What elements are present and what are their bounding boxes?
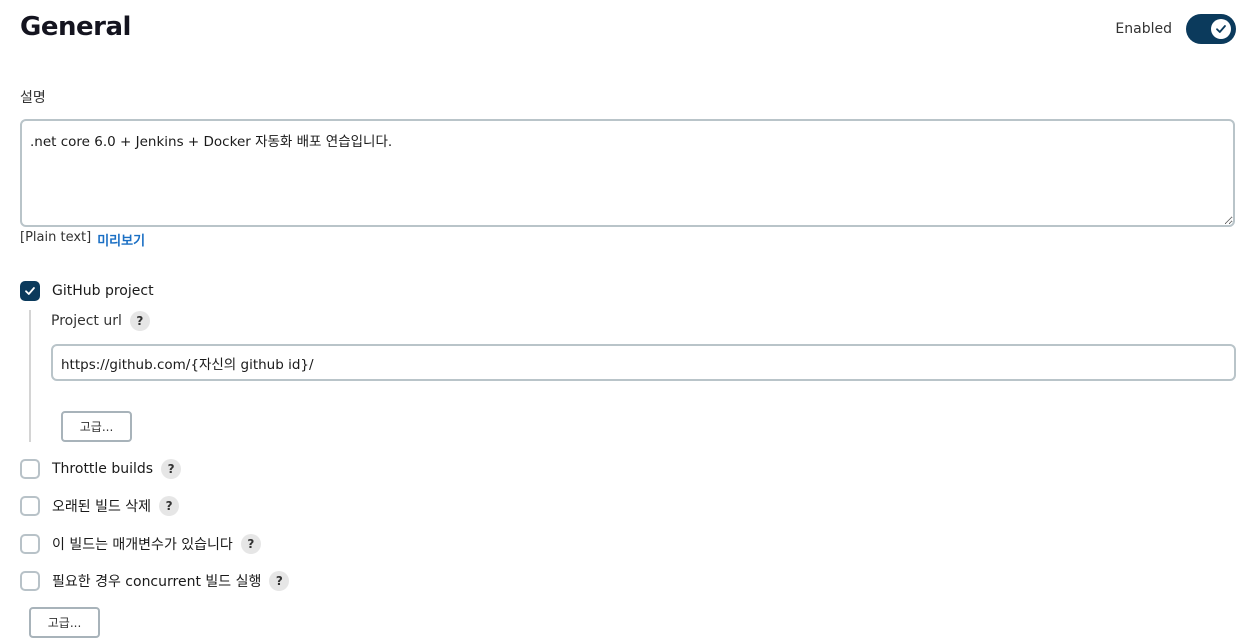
github-project-option: GitHub project	[20, 281, 154, 301]
enabled-label: Enabled	[1115, 21, 1172, 37]
throttle-builds-option: Throttle builds ?	[20, 459, 182, 479]
description-format-row: [Plain text] 미리보기	[20, 230, 145, 249]
check-icon	[1216, 25, 1226, 33]
help-icon[interactable]: ?	[159, 496, 180, 516]
concurrent-build-label: 필요한 경우 concurrent 빌드 실행	[52, 574, 262, 590]
preview-link[interactable]: 미리보기	[97, 230, 145, 249]
help-icon[interactable]: ?	[269, 571, 290, 591]
github-project-label: GitHub project	[52, 283, 154, 299]
help-icon[interactable]: ?	[129, 311, 150, 331]
enabled-toggle[interactable]	[1186, 14, 1236, 44]
general-advanced-button[interactable]: 고급...	[29, 607, 100, 638]
project-url-input[interactable]	[51, 344, 1236, 381]
discard-old-builds-option: 오래된 빌드 삭제 ?	[20, 496, 180, 516]
enabled-control: Enabled	[1115, 14, 1236, 44]
parameterized-build-label: 이 빌드는 매개변수가 있습니다	[52, 537, 233, 553]
parameterized-build-option: 이 빌드는 매개변수가 있습니다 ?	[20, 534, 261, 554]
project-url-label: Project url	[51, 313, 122, 329]
concurrent-build-option: 필요한 경우 concurrent 빌드 실행 ?	[20, 571, 290, 591]
check-icon	[25, 287, 35, 295]
discard-old-builds-label: 오래된 빌드 삭제	[52, 499, 152, 515]
help-icon[interactable]: ?	[161, 459, 182, 479]
concurrent-build-checkbox[interactable]	[20, 571, 40, 591]
nested-section-divider	[29, 310, 31, 442]
plain-text-label: [Plain text]	[20, 230, 92, 245]
description-label: 설명	[20, 90, 46, 106]
section-title: General	[20, 12, 131, 42]
project-url-label-row: Project url ?	[51, 311, 150, 331]
description-textarea[interactable]: .net core 6.0 + Jenkins + Docker 자동화 배포 …	[20, 119, 1235, 227]
general-section: General Enabled 설명 .net core 6.0 + Jenki…	[0, 0, 1260, 640]
throttle-builds-label: Throttle builds	[52, 461, 154, 477]
help-icon[interactable]: ?	[240, 534, 261, 554]
toggle-knob	[1211, 19, 1231, 39]
github-project-checkbox[interactable]	[20, 281, 40, 301]
discard-old-builds-checkbox[interactable]	[20, 496, 40, 516]
parameterized-build-checkbox[interactable]	[20, 534, 40, 554]
throttle-builds-checkbox[interactable]	[20, 459, 40, 479]
github-advanced-button[interactable]: 고급...	[61, 411, 132, 442]
